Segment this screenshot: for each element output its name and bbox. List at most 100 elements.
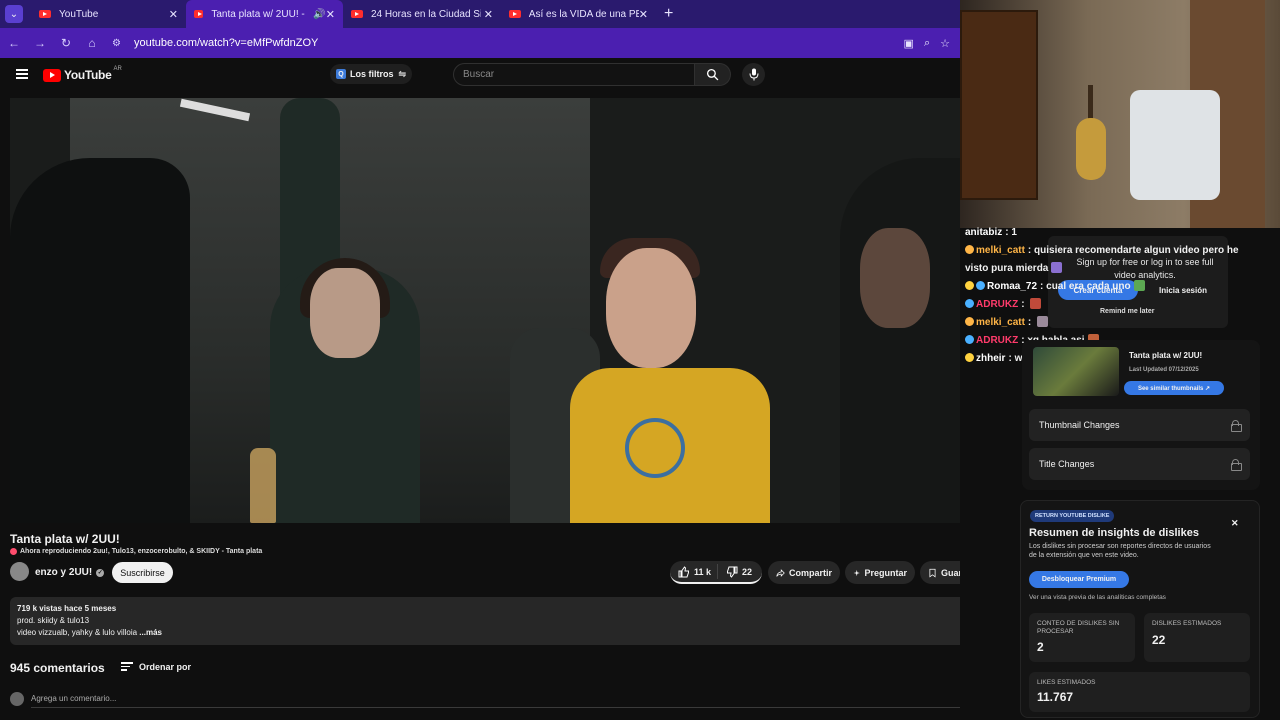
title-changes-label: Title Changes bbox=[1039, 459, 1095, 469]
chat-username: zhheir bbox=[976, 353, 1006, 364]
voice-search-button[interactable] bbox=[742, 63, 765, 86]
forward-icon[interactable]: → bbox=[28, 36, 52, 50]
thumbs-down-icon bbox=[727, 566, 738, 578]
chat-message: ADRUKZ: bbox=[965, 296, 1255, 314]
bookmark-icon bbox=[929, 568, 936, 577]
emote-icon bbox=[1030, 298, 1042, 309]
sparkle-icon bbox=[853, 569, 860, 576]
close-tab-icon[interactable]: ✕ bbox=[639, 8, 648, 21]
emote-icon bbox=[1037, 316, 1049, 327]
chat-message: melki_catt: quisiera recomendarte algun … bbox=[965, 245, 1239, 274]
menu-icon[interactable] bbox=[16, 69, 28, 79]
chat-username: anitabiz bbox=[965, 227, 1003, 238]
close-tab-icon[interactable]: ✕ bbox=[484, 8, 493, 21]
tab-asi-es-la-vida[interactable]: Así es la VIDA de una PERSONA ✕ bbox=[501, 0, 656, 28]
close-tab-icon[interactable]: ✕ bbox=[326, 8, 335, 21]
dislike-count: 22 bbox=[742, 566, 753, 577]
channel-avatar[interactable] bbox=[10, 562, 29, 581]
badge-icon bbox=[965, 245, 974, 254]
tab-title: YouTube bbox=[59, 8, 99, 20]
unlock-premium-button[interactable]: Desbloquear Premium bbox=[1029, 571, 1129, 588]
like-dislike-group: 11 k 22 bbox=[670, 561, 762, 584]
crown-icon bbox=[965, 281, 974, 290]
thumbnail-changes-row[interactable]: Thumbnail Changes bbox=[1029, 409, 1250, 441]
tab-tanta-plata[interactable]: Tanta plata w/ 2UU! - YouTube 🔊 ✕ bbox=[186, 0, 343, 28]
now-playing-line[interactable]: Ahora reproduciendo 2uu!, Tulo13, enzoce… bbox=[10, 548, 262, 555]
lock-icon bbox=[1231, 420, 1242, 432]
dislike-button[interactable]: 22 bbox=[718, 566, 752, 578]
stat-value: 2 bbox=[1037, 640, 1044, 654]
music-icon bbox=[10, 548, 17, 555]
speaker-icon[interactable]: 🔊 bbox=[313, 9, 325, 20]
close-icon[interactable]: ✕ bbox=[1231, 518, 1239, 529]
search-placeholder: Buscar bbox=[463, 69, 495, 80]
youtube-favicon-icon bbox=[509, 10, 521, 18]
filters-button[interactable]: Q Los filtros ⇋ bbox=[330, 64, 413, 84]
new-tab-icon[interactable]: + bbox=[664, 5, 673, 23]
reload-icon[interactable]: ↻ bbox=[54, 36, 78, 50]
cast-icon[interactable]: ▣ bbox=[904, 37, 914, 50]
site-info-icon[interactable]: ⚙ bbox=[112, 38, 126, 49]
extension-badge: RETURN YOUTUBE DISLIKE bbox=[1030, 510, 1115, 522]
tab-title: Tanta plata w/ 2UU! - YouTube bbox=[211, 8, 307, 20]
search-icon bbox=[706, 68, 719, 81]
chat-text: 1 bbox=[1011, 227, 1017, 238]
description-line: prod. skiidy & tulo13 bbox=[17, 616, 90, 625]
youtube-favicon-icon bbox=[194, 10, 204, 18]
chat-username: ADRUKZ bbox=[976, 335, 1019, 346]
sort-comments-button[interactable]: Ordenar por bbox=[121, 662, 191, 673]
stat-label: DISLIKES ESTIMADOS bbox=[1152, 620, 1222, 627]
share-label: Compartir bbox=[788, 567, 832, 578]
chat-username: Romaa_72 bbox=[987, 281, 1038, 292]
tab-list-menu-button[interactable]: ⌄ bbox=[5, 5, 23, 23]
channel-name-text: enzo y 2UU! bbox=[35, 567, 93, 578]
tab-24-horas[interactable]: 24 Horas en la Ciudad Sin Ley ✕ bbox=[343, 0, 501, 28]
avatar bbox=[10, 692, 24, 706]
youtube-logo[interactable]: YouTube AR bbox=[43, 66, 122, 82]
filter-extension-icon: Q bbox=[336, 69, 346, 79]
back-icon[interactable]: ← bbox=[2, 36, 26, 50]
description-box[interactable]: 719 k vistas hace 5 meses prod. skiidy &… bbox=[10, 597, 1008, 645]
logo-text: YouTube bbox=[64, 68, 112, 82]
dislike-panel-description: Los dislikes sin procesar son reportes d… bbox=[1029, 543, 1211, 559]
bookmark-star-icon[interactable]: ☆ bbox=[940, 37, 950, 50]
video-title: Tanta plata w/ 2UU! bbox=[10, 532, 120, 546]
sort-label: Ordenar por bbox=[139, 662, 192, 673]
search-input[interactable]: Buscar bbox=[453, 63, 695, 86]
title-changes-row[interactable]: Title Changes bbox=[1029, 448, 1250, 480]
tab-title: 24 Horas en la Ciudad Sin Ley bbox=[371, 8, 481, 20]
filters-label: Los filtros bbox=[350, 69, 394, 79]
like-button[interactable]: 11 k bbox=[670, 564, 718, 579]
video-player[interactable] bbox=[10, 98, 1008, 523]
stat-value: 11.767 bbox=[1037, 690, 1074, 704]
ask-button[interactable]: Preguntar bbox=[845, 561, 915, 584]
channel-name[interactable]: enzo y 2UU! ✓ bbox=[35, 567, 105, 578]
show-more-link[interactable]: ...más bbox=[139, 628, 162, 637]
stat-label: LIKES ESTIMADOS bbox=[1037, 679, 1096, 686]
crown-icon bbox=[965, 353, 974, 362]
sword-icon bbox=[965, 335, 974, 344]
chat-username: ADRUKZ bbox=[976, 299, 1019, 310]
home-icon[interactable]: ⌂ bbox=[80, 36, 104, 50]
address-bar: ← → ↻ ⌂ ⚙ youtube.com/watch?v=eMfPwfdnZO… bbox=[0, 28, 960, 58]
preview-analytics-link[interactable]: Ver una vista previa de las analíticas c… bbox=[1029, 594, 1166, 601]
youtube-favicon-icon bbox=[351, 10, 363, 18]
share-button[interactable]: Compartir bbox=[768, 561, 840, 584]
tab-youtube[interactable]: YouTube ✕ bbox=[31, 0, 186, 28]
badge-icon bbox=[965, 317, 974, 326]
close-tab-icon[interactable]: ✕ bbox=[169, 8, 178, 21]
youtube-favicon-icon bbox=[39, 10, 51, 18]
sort-icon bbox=[121, 662, 133, 673]
video-thumbnail[interactable] bbox=[1033, 347, 1119, 396]
zoom-icon[interactable]: ⌕ bbox=[924, 37, 930, 50]
comment-input[interactable]: Agrega un comentario... bbox=[31, 694, 1006, 708]
description-line: video vizzualb, yahky & lulo villoia bbox=[17, 628, 138, 637]
now-playing-text: Ahora reproduciendo 2uu!, Tulo13, enzoce… bbox=[20, 548, 263, 555]
see-similar-thumbnails-button[interactable]: See similar thumbnails ↗ bbox=[1124, 381, 1224, 395]
subscribe-button[interactable]: Suscribirse bbox=[112, 562, 173, 583]
thumbnail-changes-label: Thumbnail Changes bbox=[1039, 420, 1120, 430]
search-button[interactable] bbox=[695, 63, 731, 86]
chat-username: melki_catt bbox=[976, 245, 1025, 256]
url-field[interactable]: ⚙ youtube.com/watch?v=eMfPwfdnZOY bbox=[112, 32, 904, 54]
chat-text: cual era cada uno bbox=[1046, 281, 1131, 292]
